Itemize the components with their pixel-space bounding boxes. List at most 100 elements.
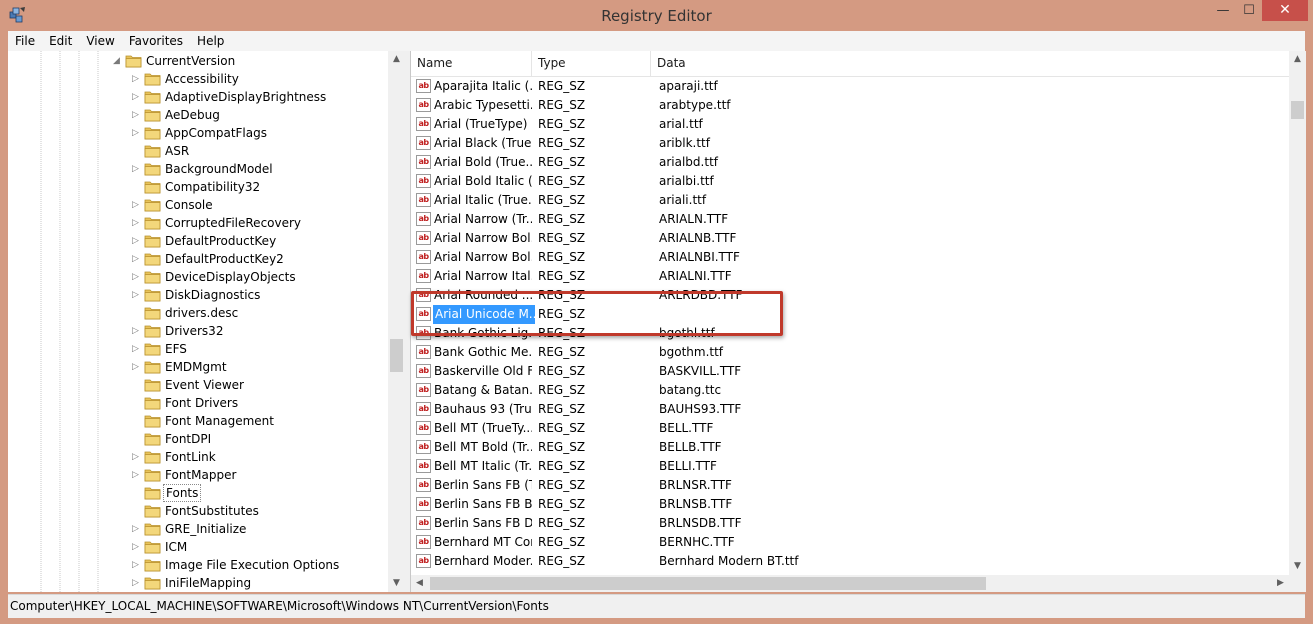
expand-arrow-icon[interactable]: ▷	[132, 70, 142, 88]
list-row[interactable]: ab Bell MT Italic (Tr... REG_SZ BELLI.TTF	[411, 457, 1289, 476]
expand-arrow-icon[interactable]: ▷	[132, 160, 142, 178]
list-row[interactable]: ab Arial Narrow Ital... REG_SZ ARIALNI.TTF	[411, 267, 1289, 286]
list-row[interactable]: abBerlin Sans FB (T... REG_SZ BRLNSR.TTF	[411, 476, 1289, 495]
expand-arrow-icon[interactable]: ▷	[132, 322, 142, 340]
expand-arrow-icon[interactable]: ▷	[132, 268, 142, 286]
reg-sz-string-icon: ab	[416, 535, 431, 549]
expand-arrow-icon[interactable]: ▷	[132, 124, 142, 142]
value-name: Arial Narrow (Tr...	[434, 212, 532, 226]
value-data: BAUHS93.TTF	[659, 402, 742, 416]
expand-arrow-icon[interactable]: ▷	[132, 556, 142, 574]
value-data: ariali.ttf	[659, 193, 707, 207]
list-row[interactable]: ab Bell MT Bold (Tr... REG_SZ BELLB.TTF	[411, 438, 1289, 457]
expand-arrow-icon[interactable]: ▷	[132, 214, 142, 232]
tree-item-label: GRE_Initialize	[165, 522, 247, 536]
close-button[interactable]: ✕	[1262, 0, 1308, 21]
maximize-button[interactable]: ☐	[1236, 0, 1262, 21]
list-row[interactable]: ab Arial Narrow (Tr... REG_SZ ARIALN.TTF	[411, 210, 1289, 229]
tree-vertical-scrollbar[interactable]: ▲ ▼	[388, 51, 405, 592]
value-data: arialbd.ttf	[659, 155, 718, 169]
expand-arrow-icon[interactable]: ▷	[132, 232, 142, 250]
list-row[interactable]: ab Bank Gothic Me... REG_SZ bgothm.ttf	[411, 343, 1289, 362]
list-hscroll-thumb[interactable]	[430, 577, 986, 590]
collapse-arrow-icon[interactable]: ◢	[113, 52, 123, 70]
list-row[interactable]: abBerlin Sans FB B... REG_SZ BRLNSB.TTF	[411, 495, 1289, 514]
reg-sz-string-icon: ab	[416, 117, 431, 131]
expand-arrow-icon[interactable]: ▷	[132, 196, 142, 214]
menu-favorites[interactable]: Favorites	[122, 31, 190, 51]
value-name: Arabic Typesetti...	[434, 98, 532, 112]
column-header-data[interactable]: Data	[651, 51, 1289, 76]
list-row[interactable]: ab Arial Bold (True... REG_SZ arialbd.ttf	[411, 153, 1289, 172]
status-bar: Computer\HKEY_LOCAL_MACHINE\SOFTWARE\Mic…	[8, 594, 1305, 618]
expand-arrow-icon[interactable]: ▷	[132, 88, 142, 106]
list-scroll-thumb[interactable]	[1291, 101, 1304, 119]
menu-help[interactable]: Help	[190, 31, 231, 51]
column-header-type[interactable]: Type	[532, 51, 651, 76]
menu-file[interactable]: File	[8, 31, 42, 51]
expand-arrow-icon[interactable]: ▷	[132, 574, 142, 592]
minimize-button[interactable]: —	[1210, 0, 1236, 21]
expand-arrow-icon[interactable]: ▷	[132, 286, 142, 304]
value-data: BELLB.TTF	[659, 440, 722, 454]
list-row[interactable]: ab Batang & Batan... REG_SZ batang.ttc	[411, 381, 1289, 400]
folder-open-icon	[125, 54, 142, 68]
tree-item-label: IniFileMapping	[165, 576, 252, 590]
list-row[interactable]: abBauhaus 93 (Tru... REG_SZ BAUHS93.TTF	[411, 400, 1289, 419]
scroll-up-arrow-icon[interactable]: ▲	[388, 51, 405, 68]
list-vertical-scrollbar[interactable]: ▲ ▼	[1289, 51, 1306, 575]
expand-arrow-icon[interactable]: ▷	[132, 520, 142, 538]
list-row[interactable]: ab Arial Italic (True... REG_SZ ariali.ttf	[411, 191, 1289, 210]
list-row[interactable]: abArial Bold Italic (... REG_SZ arialbi.tt…	[411, 172, 1289, 191]
value-type: REG_SZ	[538, 98, 586, 112]
menu-edit[interactable]: Edit	[42, 31, 79, 51]
list-row[interactable]: abBaskerville Old F... REG_SZ BASKVILL.TTF	[411, 362, 1289, 381]
list-row[interactable]: ab Arial Black (True... REG_SZ ariblk.ttf	[411, 134, 1289, 153]
value-data: BASKVILL.TTF	[659, 364, 742, 378]
list-row[interactable]: ab Aparajita Italic (... REG_SZ aparaji.ttf	[411, 77, 1289, 96]
folder-icon	[144, 324, 161, 338]
value-type: REG_SZ	[538, 364, 586, 378]
status-path: Computer\HKEY_LOCAL_MACHINE\SOFTWARE\Mic…	[10, 599, 549, 613]
scroll-left-arrow-icon[interactable]: ◀	[411, 575, 428, 592]
list-row[interactable]: ab Arial (TrueType) REG_SZ arial.ttf	[411, 115, 1289, 134]
list-horizontal-scrollbar[interactable]: ◀ ▶	[411, 575, 1289, 592]
scroll-up-arrow-icon[interactable]: ▲	[1289, 51, 1306, 68]
value-name: Arial Bold Italic (...	[434, 174, 532, 188]
column-header-name[interactable]: Name	[411, 51, 532, 76]
list-row[interactable]: ab Arial Narrow Bol... REG_SZ ARIALNBI.TTF	[411, 248, 1289, 267]
scroll-down-arrow-icon[interactable]: ▼	[388, 575, 405, 592]
value-name: Bauhaus 93 (Tru...	[434, 402, 532, 416]
value-name: Arial Narrow Ital...	[434, 269, 532, 283]
value-data: BRLNSB.TTF	[659, 497, 733, 511]
list-row[interactable]: ab Arabic Typesetti... REG_SZ arabtype.ttf	[411, 96, 1289, 115]
tree-item-label: AeDebug	[165, 108, 220, 122]
value-name: Bank Gothic Me...	[434, 345, 532, 359]
list-row[interactable]: ab Arial Narrow Bol... REG_SZ ARIALNB.TTF	[411, 229, 1289, 248]
expand-arrow-icon[interactable]: ▷	[132, 538, 142, 556]
scroll-right-arrow-icon[interactable]: ▶	[1272, 575, 1289, 592]
menu-view[interactable]: View	[79, 31, 121, 51]
value-name: Aparajita Italic (...	[434, 79, 532, 93]
list-row[interactable]: abBernhard MT Con... REG_SZ BERNHC.TTF	[411, 533, 1289, 552]
expand-arrow-icon[interactable]: ▷	[132, 340, 142, 358]
registry-editor-window: Registry Editor — ☐ ✕ File Edit View Fav…	[0, 0, 1313, 624]
value-name: Arial Bold (True...	[434, 155, 532, 169]
list-row[interactable]: ab Bernhard Moder... REG_SZ Bernhard Modern…	[411, 552, 1289, 571]
tree-item-label: FontSubstitutes	[165, 504, 259, 518]
expand-arrow-icon[interactable]: ▷	[132, 448, 142, 466]
expand-arrow-icon[interactable]: ▷	[132, 106, 142, 124]
tree-scroll-thumb[interactable]	[390, 339, 403, 372]
value-name: Arial Italic (True...	[434, 193, 532, 207]
list-row[interactable]: ab Bell MT (TrueTy... REG_SZ BELL.TTF	[411, 419, 1289, 438]
list-row[interactable]: abBerlin Sans FB D... REG_SZ BRLNSDB.TTF	[411, 514, 1289, 533]
tree-item-label: drivers.desc	[165, 306, 239, 320]
expand-arrow-icon[interactable]: ▷	[132, 250, 142, 268]
title-bar[interactable]: Registry Editor — ☐ ✕	[0, 0, 1313, 31]
expand-arrow-icon[interactable]: ▷	[132, 358, 142, 376]
scroll-down-arrow-icon[interactable]: ▼	[1289, 558, 1306, 575]
registry-tree-pane[interactable]: ◢ CurrentVersion ▷ Accessibility ▷ AdaptiveDi…	[8, 51, 406, 592]
tree-item-label: Font Management	[165, 414, 274, 428]
value-data: ARIALNBI.TTF	[659, 250, 740, 264]
expand-arrow-icon[interactable]: ▷	[132, 466, 142, 484]
